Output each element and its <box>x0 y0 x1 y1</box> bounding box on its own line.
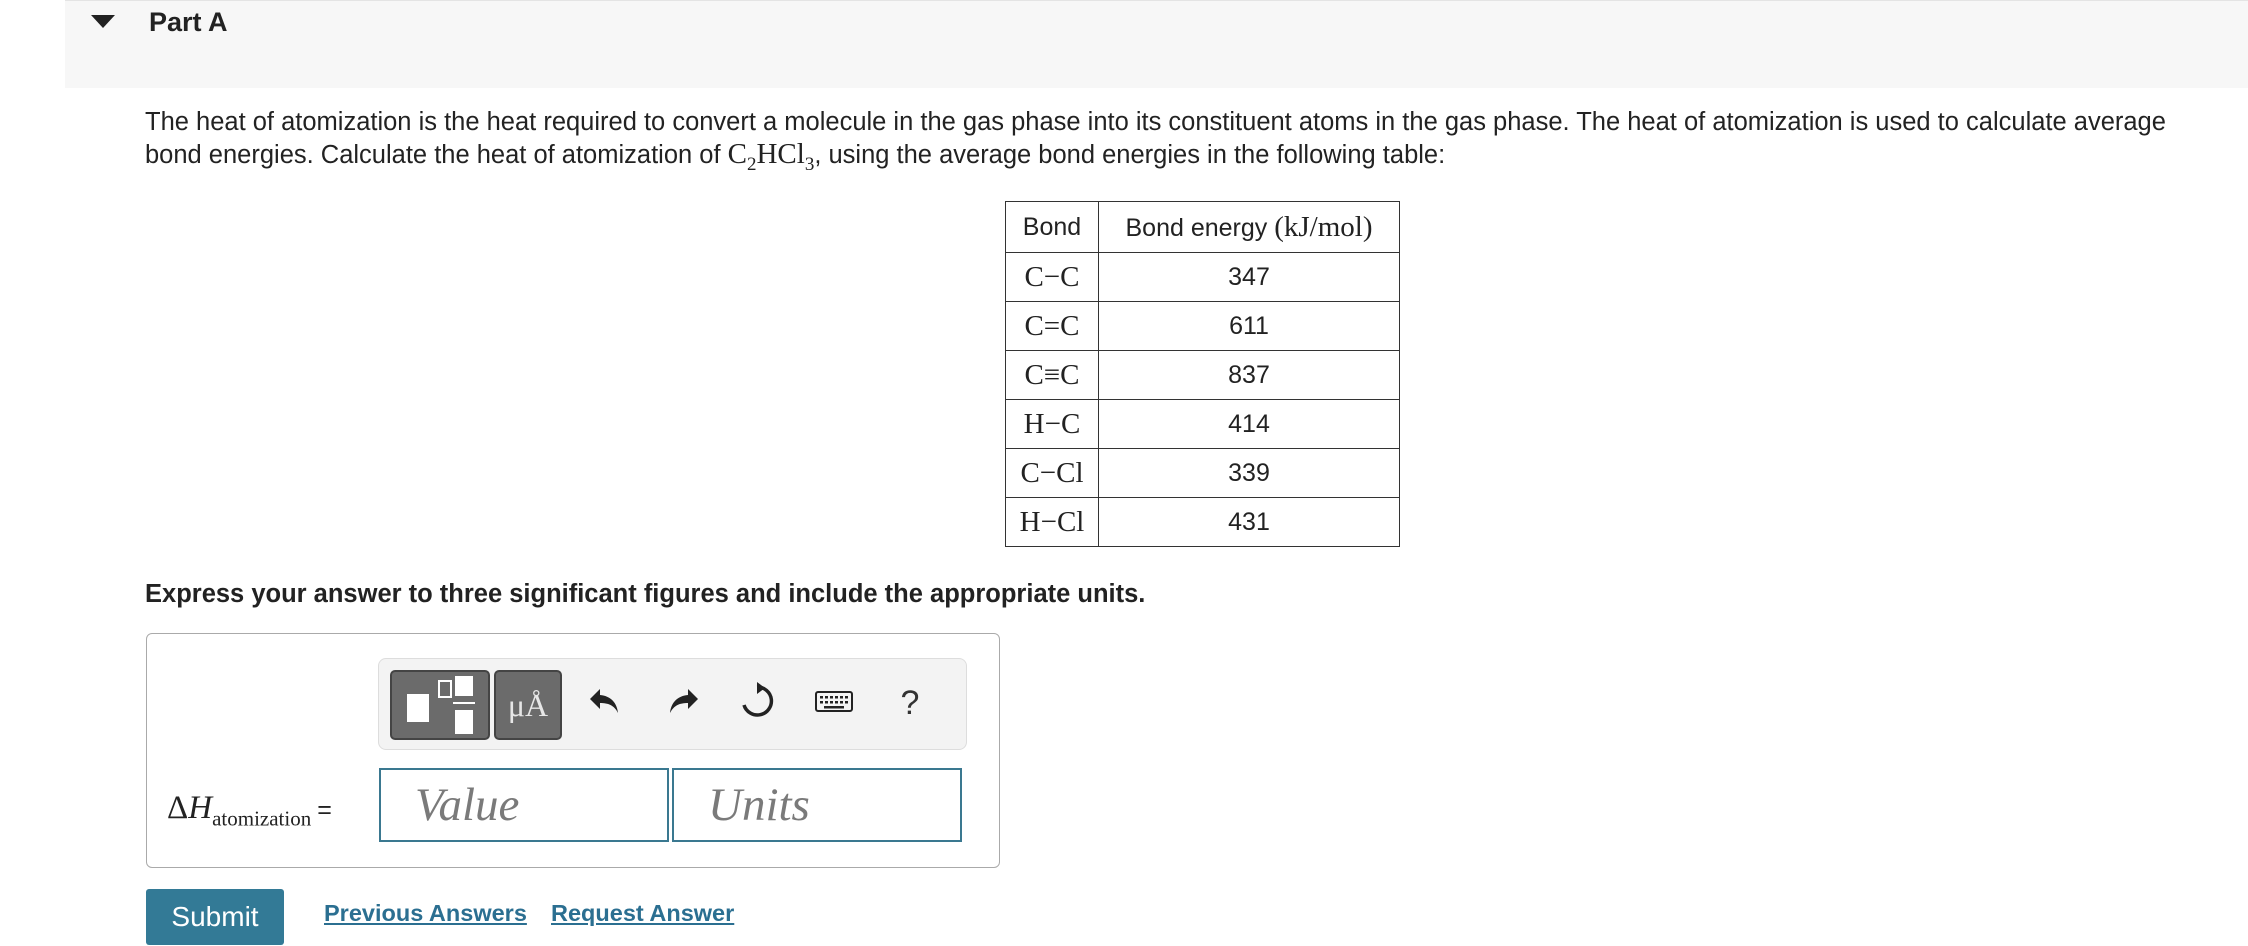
part-title: Part A <box>149 7 228 37</box>
energy-cell: 414 <box>1098 399 1400 449</box>
table-row: H−C 414 <box>1005 399 1400 449</box>
submit-button[interactable]: Submit <box>146 889 284 945</box>
energy-cell: 837 <box>1098 350 1400 400</box>
keyboard-icon[interactable] <box>812 681 856 725</box>
bond-cell: C−Cl <box>1005 448 1099 498</box>
bond-cell: H−C <box>1005 399 1099 449</box>
chemical-formula: C2HCl3 <box>727 138 815 175</box>
prompt-text-end: , using the average bond energies in the… <box>814 141 1446 169</box>
enthalpy-subscript: atomization <box>212 806 312 831</box>
bond-energy-table: Bond Bond energy (kJ/mol) C−C 347 C=C 611 C≡… <box>1005 201 1400 547</box>
header-energy: Bond energy (kJ/mol) <box>1098 201 1400 253</box>
header-bond: Bond <box>1005 201 1099 253</box>
bond-cell: H−Cl <box>1005 497 1099 547</box>
formula-part: HCl <box>756 138 805 170</box>
table-row: C−C 347 <box>1005 252 1400 302</box>
table-header-row: Bond Bond energy (kJ/mol) <box>1005 201 1400 253</box>
units-button[interactable]: μÅ <box>494 670 562 740</box>
table-row: H−Cl 431 <box>1005 497 1400 547</box>
request-answer-link[interactable]: Request Answer <box>551 900 734 927</box>
table-row: C=C 611 <box>1005 301 1400 351</box>
units-icon: μÅ <box>507 687 549 723</box>
part-header: Part A <box>65 0 2248 88</box>
header-energy-label: Bond energy <box>1125 213 1268 242</box>
bond-cell: C−C <box>1005 252 1099 302</box>
enthalpy-symbol: H <box>188 790 213 826</box>
bond-cell: C=C <box>1005 301 1099 351</box>
energy-cell: 347 <box>1098 252 1400 302</box>
table-body: C−C 347 C=C 611 C≡C 837 H−C 414 C−Cl 339 H−Cl 431 <box>1005 252 1400 547</box>
answer-instruction: Express your answer to three significant… <box>145 580 1146 608</box>
delta-symbol: Δ <box>167 790 189 826</box>
energy-cell: 431 <box>1098 497 1400 547</box>
help-icon[interactable]: ? <box>888 681 932 725</box>
answer-label: ΔHatomization = <box>167 790 332 832</box>
formula-subscript: 3 <box>804 153 815 175</box>
previous-answers-link[interactable]: Previous Answers <box>324 900 527 927</box>
table-row: C≡C 837 <box>1005 350 1400 400</box>
math-toolbar: μÅ ? <box>378 658 967 750</box>
header-energy-units: (kJ/mol) <box>1274 210 1373 243</box>
table-row: C−Cl 339 <box>1005 448 1400 498</box>
undo-icon[interactable] <box>584 681 628 725</box>
energy-cell: 339 <box>1098 448 1400 498</box>
bond-cell: C≡C <box>1005 350 1099 400</box>
units-input[interactable]: Units <box>672 768 962 842</box>
equals-sign: = <box>317 796 332 824</box>
reset-icon[interactable] <box>735 681 779 725</box>
redo-icon[interactable] <box>660 681 704 725</box>
value-input[interactable]: Value <box>379 768 669 842</box>
question-prompt: The heat of atomization is the heat requ… <box>145 106 2215 181</box>
energy-cell: 611 <box>1098 301 1400 351</box>
templates-button[interactable] <box>390 670 490 740</box>
answer-box: μÅ ? ΔHatomization = Value Units <box>146 633 1000 868</box>
collapse-triangle-icon[interactable] <box>91 15 115 28</box>
formula-part: C <box>727 138 747 170</box>
